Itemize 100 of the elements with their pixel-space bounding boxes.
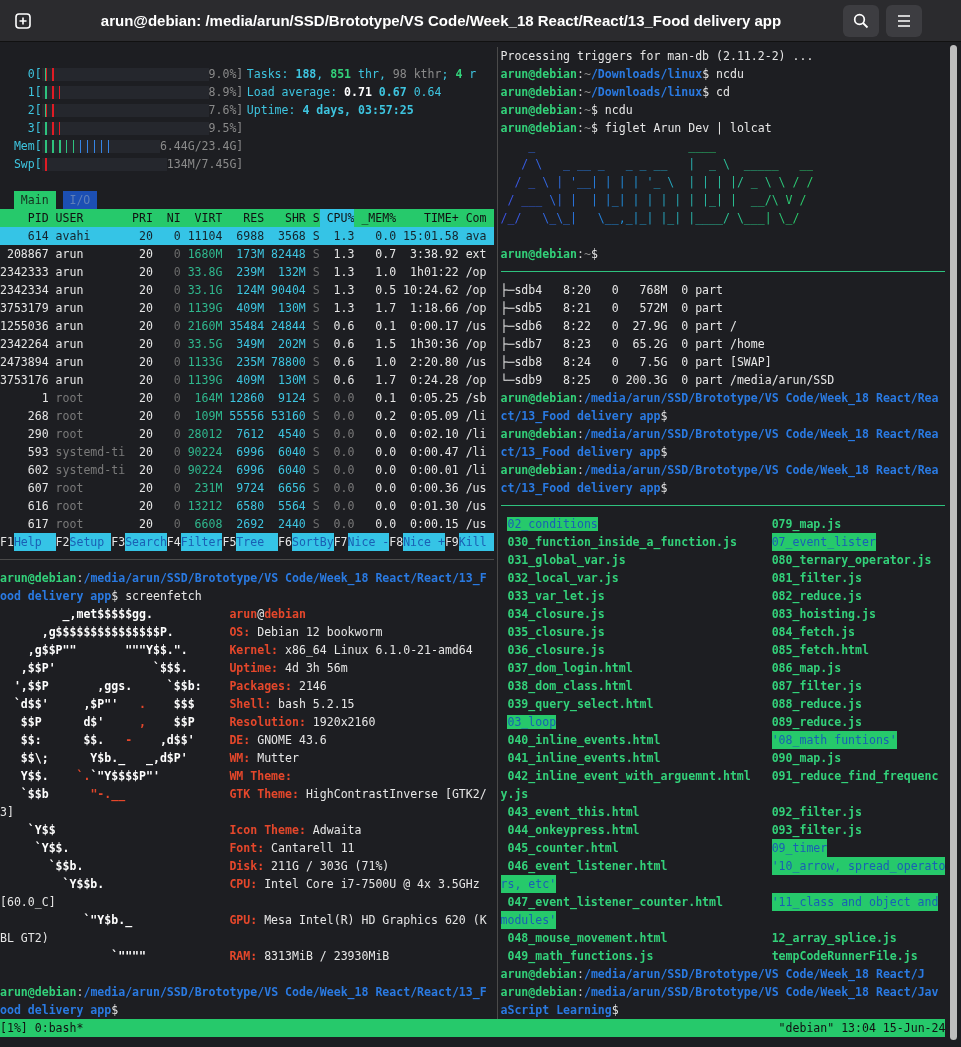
process-row[interactable]: 2473894 arun 20 0 1133G 235M 78800 S 0.6 1.0 2:20.80 /us <box>0 353 494 371</box>
table-cell-text: 1.3 <box>332 228 355 245</box>
table-cell-text: 9124 <box>277 390 306 407</box>
ascii-logo-line: `"""" <box>110 948 147 965</box>
ascii-logo-line: `$$b "-.__ <box>19 786 127 803</box>
table-cell-text: root <box>54 498 85 515</box>
table-cell-text: /op <box>464 372 488 389</box>
key-number: F2 <box>55 534 70 551</box>
file-name: 036_closure.js <box>507 643 605 657</box>
system-info-line: Font: Cantarell 11 <box>229 840 355 857</box>
column-header[interactable]: USER <box>48 209 126 227</box>
process-row[interactable]: 290 root 20 0 28012 7612 4540 S 0.0 0.0 0:02.10 /li <box>0 425 494 443</box>
table-cell-text: 0.0 <box>332 444 355 461</box>
column-header[interactable]: NI <box>152 209 181 227</box>
process-row[interactable]: 607 root 20 0 231M 9724 6656 S 0.0 0.0 0:00.36 /us <box>0 479 494 497</box>
system-summary-line: Load average: 0.71 0.67 0.64 <box>246 84 442 101</box>
table-cell-text: avahi <box>54 228 92 245</box>
table-cell-text: root <box>54 426 85 443</box>
menu-icon <box>896 13 912 28</box>
menu-button[interactable] <box>886 4 922 37</box>
table-cell-text: 0.0 <box>374 444 397 461</box>
ascii-logo-line: ,g$$P"" """Y$$.". <box>26 642 189 659</box>
column-header[interactable]: VIRT <box>180 209 223 227</box>
process-row[interactable]: 208867 arun 20 0 1680M 173M 82448 S 1.3 0.7 3:38.92 ext <box>0 245 494 263</box>
table-cell-text: 0 <box>172 426 181 443</box>
table-cell-text: /li <box>464 408 488 425</box>
table-cell-text: arun <box>54 318 85 335</box>
column-header[interactable]: S <box>305 209 320 227</box>
process-row[interactable]: 602 systemd-ti 20 0 90224 6996 6040 S 0.0 0.0 0:00.01 /li <box>0 461 494 479</box>
file-name: 040_inline_events.html <box>507 733 661 747</box>
column-header[interactable]: PID <box>0 209 49 227</box>
table-cell-text: 33.1G <box>186 282 223 299</box>
process-row[interactable]: 614 avahi 20 0 11104 6988 3568 S 1.3 0.0 15:01.58 ava <box>0 227 494 245</box>
table-cell-text: 28012 <box>186 426 223 443</box>
table-cell-text: S <box>311 246 320 263</box>
table-cell-text: 3:38.92 <box>409 246 459 263</box>
system-summary-line: Uptime: 4 days, 03:57:25 <box>246 102 414 119</box>
search-button[interactable] <box>843 4 879 37</box>
process-row[interactable]: 616 root 20 0 13212 6580 5564 S 0.0 0.0 0:01.30 /us <box>0 497 494 515</box>
process-row[interactable]: 617 root 20 0 6608 2692 2440 S 0.0 0.0 0:00.15 /us <box>0 515 494 533</box>
table-cell-text: S <box>311 300 320 317</box>
folder-name: '11_class and object and <box>771 893 939 911</box>
table-cell-text: 0 <box>172 246 181 263</box>
table-cell-text: ava <box>464 228 488 245</box>
file-name: 086_map.js <box>771 660 842 677</box>
meter-value: 7.6%] <box>208 102 244 119</box>
meter-label: Mem[ <box>12 138 42 155</box>
table-cell-text: 0 <box>172 480 181 497</box>
column-header[interactable]: RES <box>222 209 265 227</box>
table-cell-text: S <box>311 318 320 335</box>
table-cell-text: 268 <box>26 408 49 425</box>
table-cell-text: 409M <box>235 372 265 389</box>
table-cell-text: 20 <box>138 444 153 461</box>
file-name: 048_mouse_movement.html <box>507 931 668 945</box>
table-cell-text: 607 <box>26 480 49 497</box>
process-row[interactable]: 268 root 20 0 109M 55556 53160 S 0.0 0.2 0:05.09 /li <box>0 407 494 425</box>
table-cell-text: 202M <box>277 336 306 353</box>
table-cell-text: 13212 <box>186 498 223 515</box>
table-cell-text: 0 <box>172 318 181 335</box>
table-cell-text: ext <box>464 246 488 263</box>
terminal-line: arun@debian:/media/arun/SSD/Brototype/VS Code/Week_18 React/React/13_F <box>0 984 487 1001</box>
key-number: F4 <box>166 534 181 551</box>
table-cell-text: S <box>311 354 320 371</box>
ascii-logo-line: ,$$P' `$$$. <box>19 660 189 677</box>
process-row[interactable]: 2342333 arun 20 0 33.8G 239M 132M S 1.3 1.0 1h01:22 /op <box>0 263 494 281</box>
process-row[interactable]: 2342334 arun 20 0 33.1G 124M 90404 S 1.3 0.5 10:24.62 /op <box>0 281 494 299</box>
folder-name: 07_event_lister <box>771 533 876 551</box>
file-name: 092_filter.js <box>771 804 862 821</box>
table-cell-text: 1.3 <box>332 264 355 281</box>
file-name: y.js <box>500 786 529 803</box>
file-name: 087_filter.js <box>771 678 862 695</box>
terminal-line: BL GT2) <box>0 930 49 947</box>
column-header[interactable]: CPU% <box>319 209 355 227</box>
file-name: 046_event_listener.html <box>507 859 668 873</box>
file-name: 049_math_functions.js <box>507 949 654 963</box>
table-cell-text: /op <box>464 264 488 281</box>
file-name: tempCodeRunnerFile.js <box>771 948 918 965</box>
table-cell-text: 124M <box>235 282 265 299</box>
process-row[interactable]: 2342264 arun 20 0 33.5G 349M 202M S 0.6 1.5 1h30:36 /op <box>0 335 494 353</box>
process-row[interactable]: 593 systemd-ti 20 0 90224 6996 6040 S 0.0 0.0 0:00.47 /li <box>0 443 494 461</box>
terminal-line: ct/13_Food delivery app$ <box>500 408 668 425</box>
table-cell-text: 7612 <box>235 426 265 443</box>
process-row[interactable]: 3753176 arun 20 0 1139G 409M 130M S 0.6 1.7 0:24.28 /op <box>0 371 494 389</box>
tab[interactable]: Main <box>13 191 56 209</box>
table-cell-text: root <box>54 516 85 533</box>
column-header[interactable]: TIME+ <box>396 209 459 227</box>
table-cell-text: 0.6 <box>332 372 355 389</box>
table-cell-text: 20 <box>138 336 153 353</box>
process-row[interactable]: 1255036 arun 20 0 2160M 35484 24844 S 0.6 0.1 0:00.17 /us <box>0 317 494 335</box>
terminal-line: arun@debian:~$ <box>500 246 598 263</box>
process-row[interactable]: 1 root 20 0 164M 12860 9124 S 0.0 0.1 0:05.25 /sb <box>0 389 494 407</box>
column-header[interactable]: SHR <box>264 209 306 227</box>
table-cell-text: 6040 <box>277 444 306 461</box>
column-header[interactable]: _MEM% <box>354 209 397 227</box>
process-row[interactable]: 3753179 arun 20 0 1139G 409M 130M S 1.3 1.7 1:18.66 /op <box>0 299 494 317</box>
file-name: 041_inline_events.html <box>507 751 661 765</box>
column-header[interactable]: PRI <box>125 209 153 227</box>
scrollbar[interactable] <box>950 45 958 1040</box>
column-header[interactable]: Com <box>458 209 494 227</box>
key-number: F3 <box>111 534 126 551</box>
